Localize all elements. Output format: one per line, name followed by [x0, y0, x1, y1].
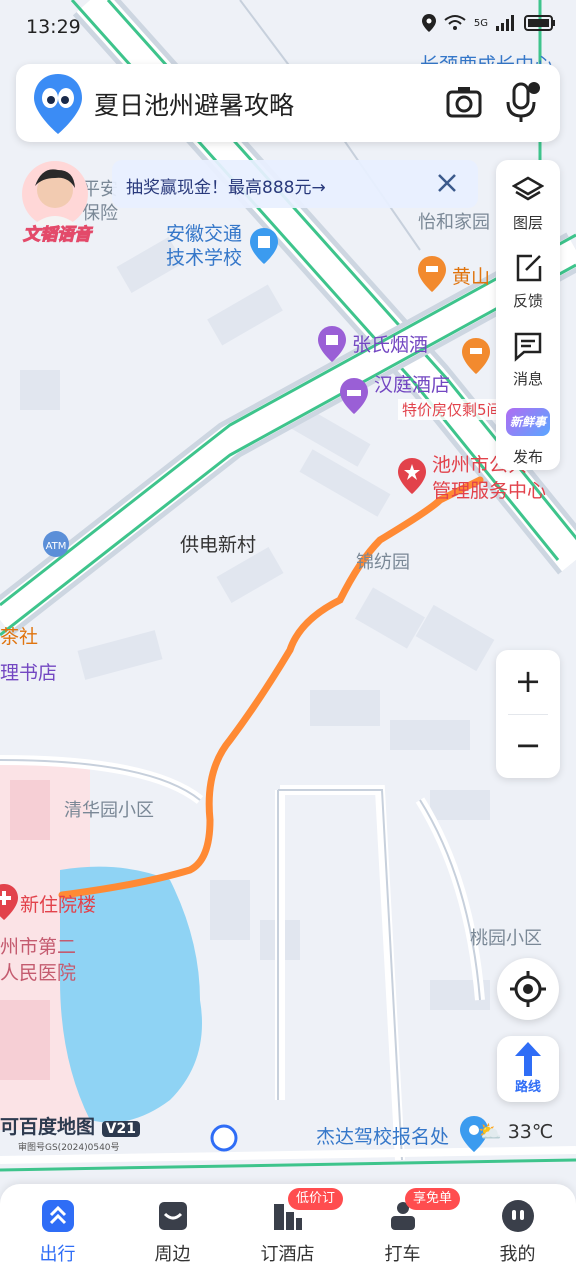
tab-profile[interactable]: 我的	[460, 1184, 575, 1280]
weather-temp: 33℃	[507, 1121, 554, 1143]
tool-label: 图层	[512, 214, 543, 232]
zoom-in-button[interactable]: +	[496, 650, 560, 714]
app-logo-icon[interactable]	[34, 74, 82, 134]
tab-label: 订酒店	[260, 1244, 315, 1265]
zoom-out-button[interactable]: −	[496, 714, 560, 778]
tab-travel[interactable]: 出行	[0, 1184, 115, 1280]
tab-label: 我的	[499, 1244, 536, 1265]
map-label-chashe[interactable]: 茶社	[0, 622, 38, 649]
close-icon[interactable]	[434, 170, 460, 196]
tab-taxi[interactable]: 享免单 打车	[345, 1184, 460, 1280]
tool-messages[interactable]: 消息	[496, 322, 560, 398]
search-input[interactable]: 夏日池州避暑攻略	[94, 86, 294, 122]
restaurant-pin-icon[interactable]	[418, 256, 446, 292]
wifi-icon	[444, 15, 466, 30]
weather: ⛅ 33℃	[478, 1120, 553, 1143]
school-pin-icon[interactable]	[250, 228, 278, 264]
layers-icon	[512, 176, 544, 201]
map-label-gongdian[interactable]: 供电新村	[180, 530, 256, 557]
tool-layers[interactable]: 图层	[496, 166, 560, 242]
avatar-label[interactable]: 文韬语音	[12, 220, 102, 246]
hospital-pin-icon[interactable]	[0, 884, 18, 920]
route-button[interactable]: 路线	[497, 1036, 559, 1102]
side-toolbar: 图层 反馈 消息 新鲜事 发布	[496, 160, 560, 470]
tool-label: 消息	[512, 370, 543, 388]
bottom-tab-bar: 出行 周边 低价订 订酒店 享免单 打车 我的	[0, 1184, 576, 1280]
tab-label: 出行	[39, 1244, 76, 1265]
map-label-taoyuan[interactable]: 桃园小区	[470, 924, 542, 950]
edit-icon	[516, 254, 542, 282]
voice-avatar[interactable]: 文韬语音	[12, 160, 98, 246]
promo-text[interactable]: 抽奖赢现金！最高888元→	[126, 173, 326, 198]
travel-icon	[42, 1200, 74, 1232]
shop-pin-icon[interactable]	[318, 326, 346, 362]
tool-publish[interactable]: 新鲜事 发布	[496, 400, 560, 476]
zoom-controls: + −	[496, 650, 560, 778]
promo-banner[interactable]: 抽奖赢现金！最高888元→	[112, 160, 478, 208]
map-label-huangshan[interactable]: 黄山	[452, 262, 490, 289]
map-label-yihe[interactable]: 怡和家园	[418, 208, 490, 234]
message-icon	[514, 332, 542, 362]
crosshair-icon	[510, 971, 546, 1007]
weather-icon: ⛅	[478, 1121, 502, 1143]
government-pin-icon[interactable]	[398, 458, 426, 494]
map-version: V21	[101, 1121, 140, 1137]
status-icons: 5G	[421, 14, 556, 32]
map-label-school[interactable]: 安徽交通 技术学校	[166, 222, 242, 270]
map-label-jinfang[interactable]: 锦纺园	[356, 548, 410, 574]
battery-icon	[524, 15, 555, 31]
tool-feedback[interactable]: 反馈	[496, 244, 560, 320]
map-label-shudian[interactable]: 理书店	[0, 658, 57, 685]
tool-label: 反馈	[512, 292, 543, 310]
map-license: 审图号GS(2024)0540号	[18, 1143, 120, 1153]
search-bar[interactable]: 夏日池州避暑攻略	[16, 64, 560, 142]
food-pin-icon[interactable]	[462, 338, 490, 374]
signal-icon	[496, 15, 514, 31]
tab-label: 周边	[154, 1244, 191, 1265]
new-post-icon: 新鲜事	[506, 408, 550, 436]
tab-label: 打车	[384, 1244, 421, 1265]
nearby-icon	[159, 1202, 187, 1230]
tab-hotel[interactable]: 低价订 订酒店	[230, 1184, 345, 1280]
map-label-qinghua[interactable]: 清华园小区	[64, 796, 154, 822]
route-arrow-icon	[515, 1042, 541, 1076]
map-label-zhang[interactable]: 张氏烟酒	[352, 330, 428, 357]
map-logo: 可百度地图 V21	[0, 1112, 140, 1139]
map-logo-text: 可百度地图	[0, 1116, 96, 1138]
locate-button[interactable]	[497, 958, 559, 1020]
map-label-hospital-bldg[interactable]: 新住院楼	[20, 890, 96, 917]
location-icon	[421, 14, 436, 32]
status-bar: 13:29 5G	[0, 0, 576, 56]
hotel-pin-icon[interactable]	[340, 378, 368, 414]
map-label-hanting[interactable]: 汉庭酒店	[374, 370, 450, 397]
tab-nearby[interactable]: 周边	[115, 1184, 230, 1280]
hotel-deal-badge[interactable]: 特价房仅剩5间	[398, 399, 506, 420]
route-label: 路线	[514, 1080, 541, 1095]
hotel-badge: 低价订	[288, 1188, 344, 1210]
taxi-badge: 享免单	[405, 1188, 460, 1210]
svg-text:ATM: ATM	[46, 541, 67, 552]
map-label-hospital[interactable]: 州市第二 人民医院	[0, 934, 76, 986]
status-time: 13:29	[26, 16, 81, 38]
network-type: 5G	[473, 17, 488, 29]
zoom-in-label: +	[514, 662, 542, 700]
zoom-out-label: −	[514, 726, 542, 764]
map-label-jieda[interactable]: 杰达驾校报名处	[316, 1122, 449, 1149]
tool-label: 发布	[512, 448, 543, 466]
profile-icon	[502, 1200, 534, 1232]
mic-icon[interactable]	[502, 80, 542, 124]
camera-icon[interactable]	[444, 82, 484, 122]
